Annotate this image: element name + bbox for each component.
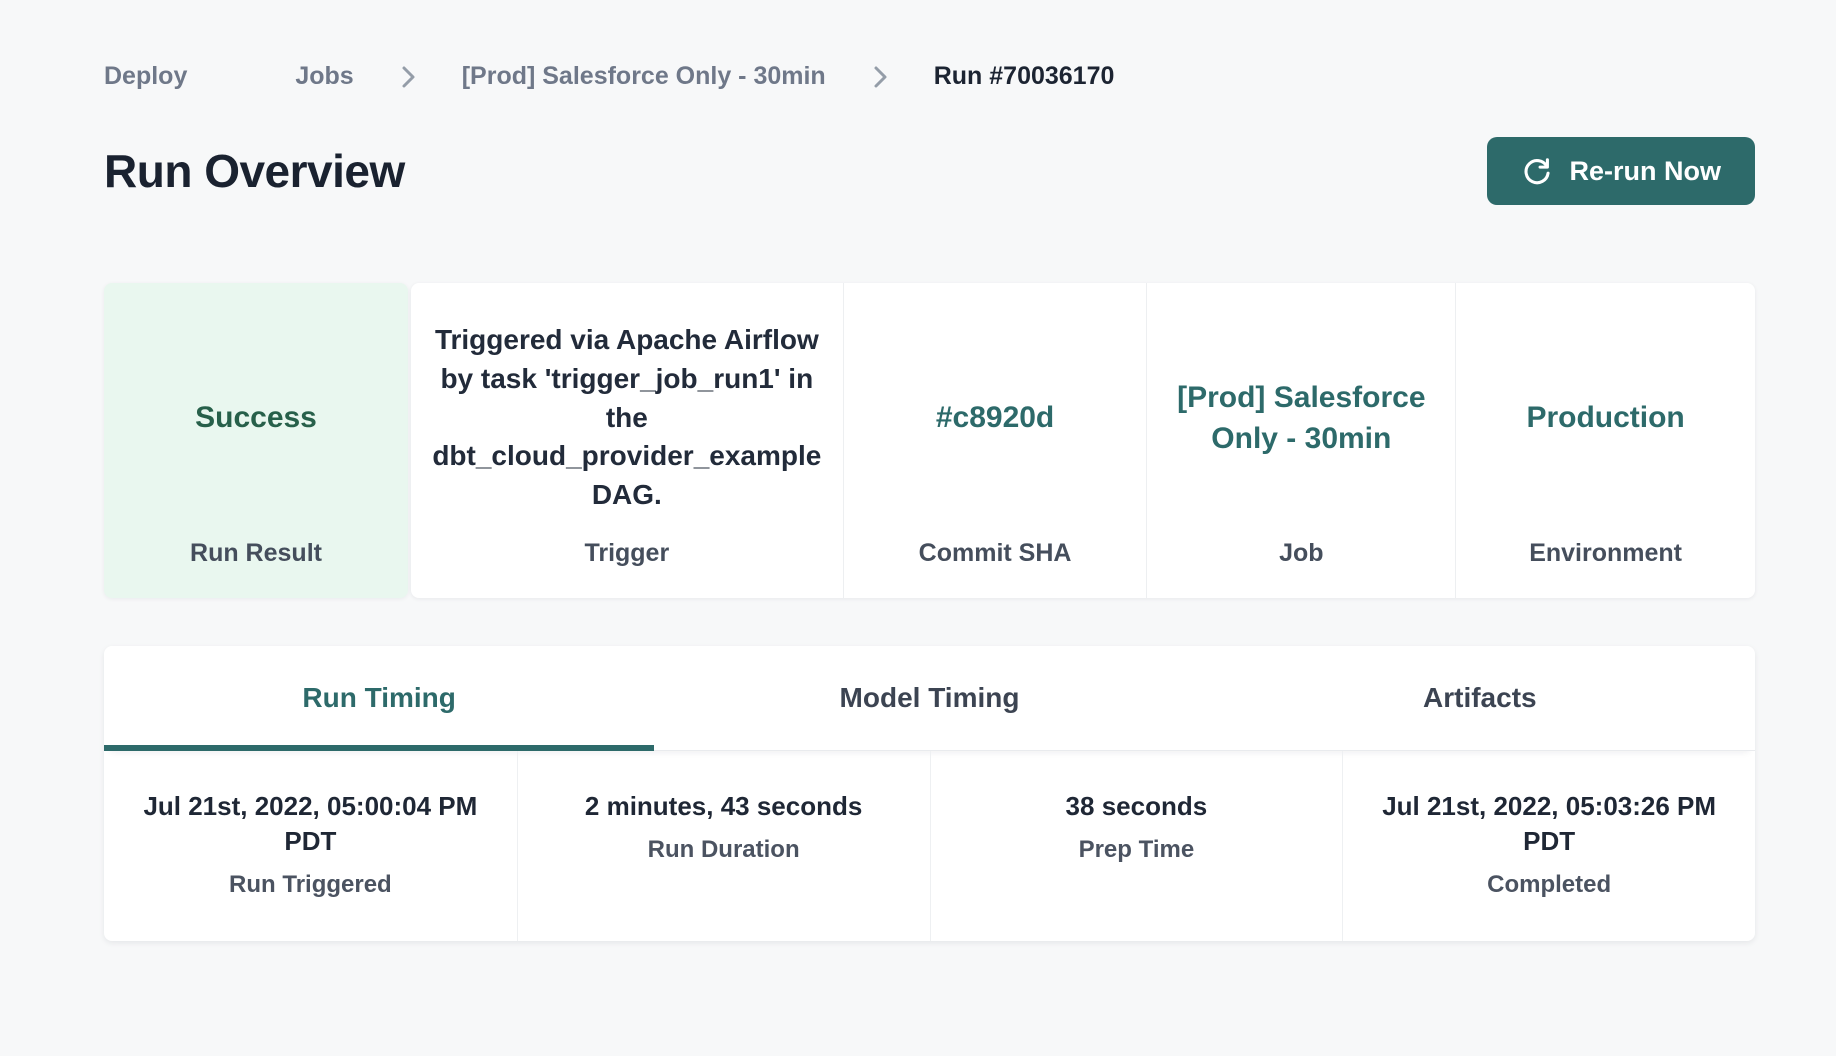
page-title: Run Overview (104, 144, 405, 198)
environment-link[interactable]: Production (1526, 397, 1684, 438)
completed-label: Completed (1487, 871, 1611, 899)
run-triggered-cell: Jul 21st, 2022, 05:00:04 PM PDT Run Trig… (104, 751, 517, 941)
prep-time-cell: 38 seconds Prep Time (930, 751, 1343, 941)
tab-model-timing[interactable]: Model Timing (654, 646, 1204, 750)
chevron-right-icon (231, 64, 251, 90)
run-triggered-label: Run Triggered (229, 871, 392, 899)
run-duration-value: 2 minutes, 43 seconds (585, 789, 862, 824)
run-result-value: Success (195, 397, 317, 438)
tab-run-timing[interactable]: Run Timing (104, 646, 654, 750)
rerun-now-label: Re-run Now (1570, 156, 1722, 187)
run-triggered-value: Jul 21st, 2022, 05:00:04 PM PDT (123, 789, 498, 859)
breadcrumb-item-job-name[interactable]: [Prod] Salesforce Only - 30min (462, 62, 826, 91)
refresh-icon (1521, 155, 1553, 187)
job-card: [Prod] Salesforce Only - 30min Job (1146, 283, 1455, 598)
tab-bar: Run Timing Model Timing Artifacts (104, 646, 1755, 751)
chevron-right-icon (870, 64, 890, 90)
environment-card: Production Environment (1455, 283, 1755, 598)
run-duration-cell: 2 minutes, 43 seconds Run Duration (517, 751, 930, 941)
run-details-panel: Run Timing Model Timing Artifacts Jul 21… (104, 646, 1755, 941)
job-label: Job (1279, 539, 1323, 568)
completed-value: Jul 21st, 2022, 05:03:26 PM PDT (1362, 789, 1737, 859)
rerun-now-button[interactable]: Re-run Now (1487, 137, 1756, 205)
commit-sha-link[interactable]: #c8920d (936, 397, 1054, 438)
run-summary-cards: Success Run Result Triggered via Apache … (104, 283, 1755, 598)
run-timing-cells: Jul 21st, 2022, 05:00:04 PM PDT Run Trig… (104, 751, 1755, 941)
breadcrumb-item-deploy[interactable]: Deploy (104, 62, 187, 91)
commit-sha-card: #c8920d Commit SHA (843, 283, 1147, 598)
breadcrumb-item-jobs[interactable]: Jobs (295, 62, 353, 91)
prep-time-value: 38 seconds (1066, 789, 1208, 824)
tab-artifacts[interactable]: Artifacts (1205, 646, 1755, 750)
breadcrumb-item-current-run: Run #70036170 (934, 62, 1115, 91)
trigger-card: Triggered via Apache Airflow by task 'tr… (411, 283, 843, 598)
completed-cell: Jul 21st, 2022, 05:03:26 PM PDT Complete… (1342, 751, 1755, 941)
environment-label: Environment (1529, 539, 1682, 568)
summary-card-group: Triggered via Apache Airflow by task 'tr… (411, 283, 1755, 598)
trigger-value: Triggered via Apache Airflow by task 'tr… (431, 321, 823, 514)
commit-sha-label: Commit SHA (919, 539, 1072, 568)
run-result-label: Run Result (190, 539, 322, 568)
breadcrumb: Deploy Jobs [Prod] Salesforce Only - 30m… (104, 62, 1755, 91)
run-result-card: Success Run Result (104, 283, 408, 598)
trigger-label: Trigger (584, 539, 669, 568)
chevron-right-icon (398, 64, 418, 90)
run-overview-page: Deploy Jobs [Prod] Salesforce Only - 30m… (104, 62, 1755, 941)
prep-time-label: Prep Time (1079, 836, 1195, 864)
run-duration-label: Run Duration (648, 836, 800, 864)
job-link[interactable]: [Prod] Salesforce Only - 30min (1176, 377, 1426, 460)
header-row: Run Overview Re-run Now (104, 137, 1755, 205)
